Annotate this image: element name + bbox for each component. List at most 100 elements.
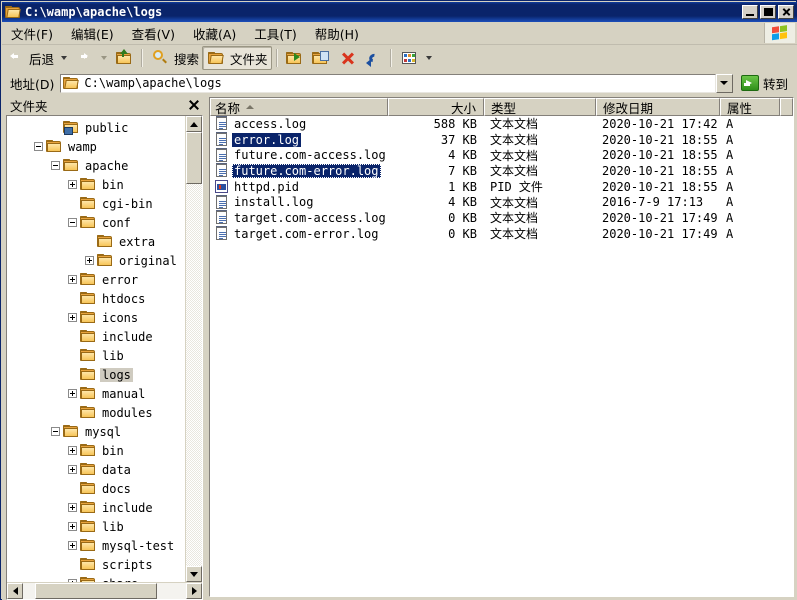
tree-item-cgi-bin[interactable]: cgi-bin [7, 194, 185, 213]
collapse-icon[interactable] [51, 161, 60, 170]
folder-tree-rows[interactable]: public wamp apache bin cgi-bin conf extra origi… [7, 116, 185, 582]
address-input[interactable]: C:\wamp\apache\logs [60, 73, 716, 93]
file-row[interactable]: future.com-access.log 4 KB 文本文档 2020-10-21 … [210, 147, 793, 163]
column-header-name[interactable]: 名称 [210, 98, 388, 116]
file-row[interactable]: httpd.pid 1 KB PID 文件 2020-10-21 18:55 A [210, 179, 793, 195]
tree-scroll-up-button[interactable] [186, 116, 202, 132]
tree-item-icons[interactable]: icons [7, 308, 185, 327]
expand-icon[interactable] [68, 503, 77, 512]
tree-item-htdocs[interactable]: htdocs [7, 289, 185, 308]
file-name-cell[interactable]: future.com-error.log [210, 163, 388, 178]
tree-item-lib[interactable]: lib [7, 346, 185, 365]
file-list-body[interactable]: access.log 588 KB 文本文档 2020-10-21 17:42 Aerr… [210, 116, 793, 596]
file-row[interactable]: access.log 588 KB 文本文档 2020-10-21 17:42 A [210, 116, 793, 132]
menu-help[interactable]: 帮助(H) [306, 22, 368, 45]
menu-edit[interactable]: 编辑(E) [62, 22, 123, 45]
close-icon[interactable] [187, 98, 201, 112]
tree-horizontal-scrollbar[interactable] [7, 582, 202, 599]
file-name-cell[interactable]: httpd.pid [210, 179, 388, 194]
copy-to-button[interactable] [308, 47, 334, 69]
file-name-cell[interactable]: future.com-access.log [210, 147, 388, 163]
menu-favorites[interactable]: 收藏(A) [184, 22, 245, 45]
delete-button[interactable] [334, 47, 360, 69]
maximize-button[interactable] [760, 5, 776, 19]
expand-icon[interactable] [68, 522, 77, 531]
column-header-size[interactable]: 大小 [388, 98, 484, 116]
folder-icon [80, 387, 96, 400]
collapse-icon[interactable] [68, 218, 77, 227]
menu-tools[interactable]: 工具(T) [245, 22, 305, 45]
tree-item-public[interactable]: public [7, 118, 185, 137]
file-name-cell[interactable]: install.log [210, 194, 388, 210]
menu-view[interactable]: 查看(V) [123, 22, 184, 45]
tree-item-bin[interactable]: bin [7, 441, 185, 460]
up-button[interactable] [111, 47, 137, 69]
tree-scroll-down-button[interactable] [186, 566, 202, 582]
tree-scroll-track[interactable] [186, 132, 202, 566]
file-name-cell[interactable]: error.log [210, 132, 388, 147]
tree-item-conf[interactable]: conf [7, 213, 185, 232]
views-button[interactable] [396, 47, 422, 69]
tree-item-manual[interactable]: manual [7, 384, 185, 403]
tree-scroll-left-button[interactable] [7, 583, 23, 599]
tree-scroll-right-button[interactable] [186, 583, 202, 599]
folders-button[interactable]: 文件夹 [202, 46, 272, 70]
tree-item-original[interactable]: original [7, 251, 185, 270]
tree-item-wamp[interactable]: wamp [7, 137, 185, 156]
tree-item-apache[interactable]: apache [7, 156, 185, 175]
file-row[interactable]: install.log 4 KB 文本文档 2016-7-9 17:13 A [210, 194, 793, 210]
file-name-cell[interactable]: access.log [210, 116, 388, 131]
tree-hscroll-thumb[interactable] [35, 583, 157, 599]
column-header-type[interactable]: 类型 [484, 98, 596, 116]
search-button[interactable]: 搜索 [147, 47, 202, 69]
tree-item-include[interactable]: include [7, 327, 185, 346]
collapse-icon[interactable] [34, 142, 43, 151]
tree-item-include[interactable]: include [7, 498, 185, 517]
file-row[interactable]: future.com-error.log 7 KB 文本文档 2020-10-21 1… [210, 163, 793, 179]
expand-icon[interactable] [68, 180, 77, 189]
forward-button[interactable] [71, 47, 97, 69]
tree-item-lib[interactable]: lib [7, 517, 185, 536]
expand-icon[interactable] [85, 256, 94, 265]
collapse-icon[interactable] [51, 427, 60, 436]
expand-icon[interactable] [68, 446, 77, 455]
tree-scroll-thumb[interactable] [186, 132, 202, 184]
close-button[interactable] [778, 5, 794, 19]
tree-hscroll-track[interactable] [23, 583, 186, 599]
views-dropdown-icon[interactable] [425, 56, 432, 60]
column-header-attr[interactable]: 属性 [720, 98, 780, 116]
tree-item-share[interactable]: share [7, 574, 185, 582]
undo-button[interactable] [360, 47, 386, 69]
back-button[interactable]: 后退 [2, 47, 57, 69]
expand-icon[interactable] [68, 313, 77, 322]
file-row[interactable]: target.com-access.log 0 KB 文本文档 2020-10-21 … [210, 210, 793, 226]
tree-item-data[interactable]: data [7, 460, 185, 479]
address-dropdown-button[interactable] [715, 73, 733, 93]
tree-item-error[interactable]: error [7, 270, 185, 289]
file-row[interactable]: error.log 37 KB 文本文档 2020-10-21 18:55 A [210, 132, 793, 148]
menu-file[interactable]: 文件(F) [2, 22, 62, 45]
expand-icon[interactable] [68, 579, 77, 582]
expand-icon[interactable] [68, 275, 77, 284]
tree-item-mysql-test[interactable]: mysql-test [7, 536, 185, 555]
forward-dropdown-icon[interactable] [101, 56, 108, 60]
expand-icon[interactable] [68, 465, 77, 474]
expand-icon[interactable] [68, 389, 77, 398]
file-name-cell[interactable]: target.com-access.log [210, 210, 388, 225]
tree-item-logs[interactable]: logs [7, 365, 185, 384]
file-name-cell[interactable]: target.com-error.log [210, 226, 388, 241]
tree-item-docs[interactable]: docs [7, 479, 185, 498]
tree-vertical-scrollbar[interactable] [185, 116, 202, 582]
back-dropdown-icon[interactable] [61, 56, 68, 60]
file-row[interactable]: target.com-error.log 0 KB 文本文档 2020-10-21 1… [210, 226, 793, 242]
tree-item-scripts[interactable]: scripts [7, 555, 185, 574]
expand-icon[interactable] [68, 541, 77, 550]
move-to-button[interactable] [282, 47, 308, 69]
go-button[interactable]: 转到 [738, 74, 793, 93]
tree-item-mysql[interactable]: mysql [7, 422, 185, 441]
tree-item-modules[interactable]: modules [7, 403, 185, 422]
tree-item-extra[interactable]: extra [7, 232, 185, 251]
tree-item-bin[interactable]: bin [7, 175, 185, 194]
column-header-date[interactable]: 修改日期 [596, 98, 720, 116]
minimize-button[interactable] [742, 5, 758, 19]
